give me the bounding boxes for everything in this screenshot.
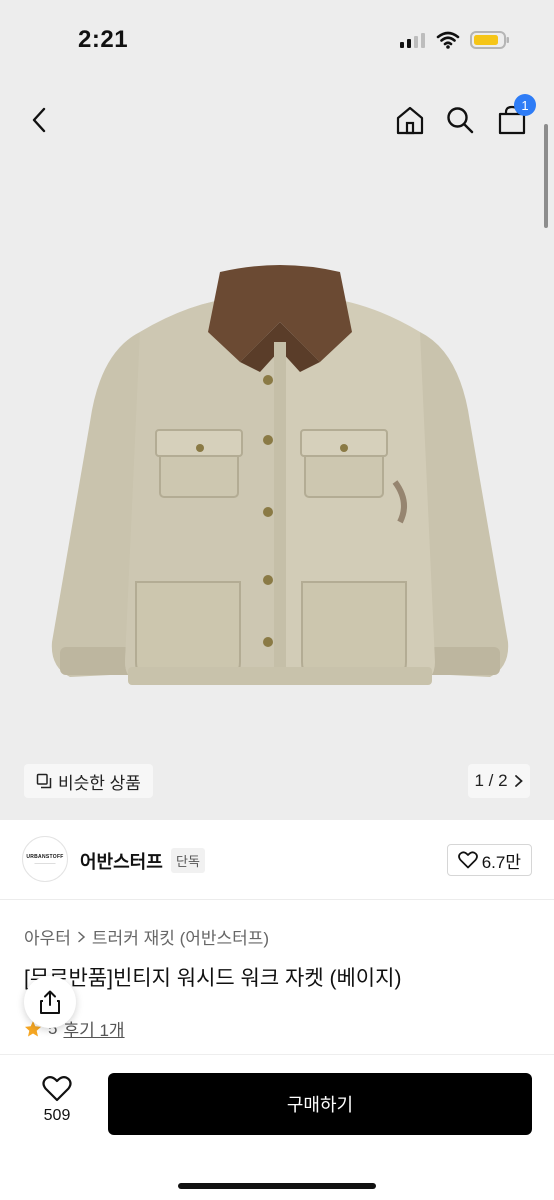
similar-products-button[interactable]: 비슷한 상품 — [24, 764, 153, 798]
status-icons — [400, 30, 510, 55]
wishlist-count: 509 — [43, 1107, 71, 1124]
product-image[interactable] — [40, 262, 520, 712]
wifi-icon — [436, 31, 460, 54]
chevron-right-icon — [78, 931, 86, 942]
brand-like-count: 6.7만 — [481, 852, 521, 872]
review-count-link[interactable]: 후기 1개 — [63, 1016, 124, 1041]
breadcrumb-subcategory[interactable]: 트러커 재킷 (어반스터프) — [92, 924, 269, 949]
heart-icon — [457, 851, 478, 869]
status-bar: 2:21 — [0, 0, 554, 84]
share-icon — [40, 990, 60, 1014]
breadcrumb: 아우터 트러커 재킷 (어반스터프) — [24, 924, 269, 949]
copy-icon — [36, 773, 52, 789]
status-time: 2:21 — [78, 26, 129, 53]
chevron-left-icon — [32, 107, 46, 133]
scroll-indicator[interactable] — [544, 124, 548, 228]
top-navigation: 1 — [0, 92, 554, 148]
bottom-action-bar: 509 구매하기 — [0, 1054, 554, 1200]
battery-icon — [470, 30, 510, 55]
home-indicator — [178, 1183, 376, 1189]
home-icon — [396, 106, 424, 135]
chevron-right-icon — [514, 775, 523, 787]
brand-logo-underline: ――――――― — [34, 860, 56, 865]
wishlist-button[interactable]: 509 — [28, 1075, 86, 1135]
product-title: [무료반품]빈티지 워시드 워크 자켓 (베이지) — [24, 967, 402, 990]
search-button[interactable] — [438, 98, 482, 142]
image-page-counter[interactable]: 1 / 2 — [468, 764, 530, 798]
brand-name[interactable]: 어반스터프 — [80, 848, 163, 874]
back-button[interactable] — [18, 98, 62, 142]
page-counter-text: 1 / 2 — [474, 771, 508, 790]
product-gallery-area: 2:21 1 비슷한 상품 1 / 2 — [0, 0, 554, 820]
buy-button[interactable]: 구매하기 — [108, 1073, 532, 1135]
brand-like-button[interactable]: 6.7만 — [446, 844, 532, 876]
search-icon — [447, 107, 474, 134]
signal-icon — [400, 32, 426, 53]
breadcrumb-category[interactable]: 아우터 — [24, 924, 71, 949]
share-button[interactable] — [24, 976, 76, 1028]
exclusive-badge: 단독 — [171, 848, 205, 873]
brand-logo[interactable]: URBANSTOFF ――――――― — [22, 836, 68, 882]
cart-button[interactable]: 1 — [490, 94, 536, 142]
home-button[interactable] — [388, 98, 432, 142]
cart-count-badge: 1 — [514, 94, 536, 116]
brand-row: URBANSTOFF ――――――― 어반스터프 단독 6.7만 — [0, 820, 554, 900]
brand-logo-text: URBANSTOFF — [26, 853, 64, 860]
similar-products-label: 비슷한 상품 — [58, 773, 141, 793]
heart-icon — [42, 1076, 72, 1102]
